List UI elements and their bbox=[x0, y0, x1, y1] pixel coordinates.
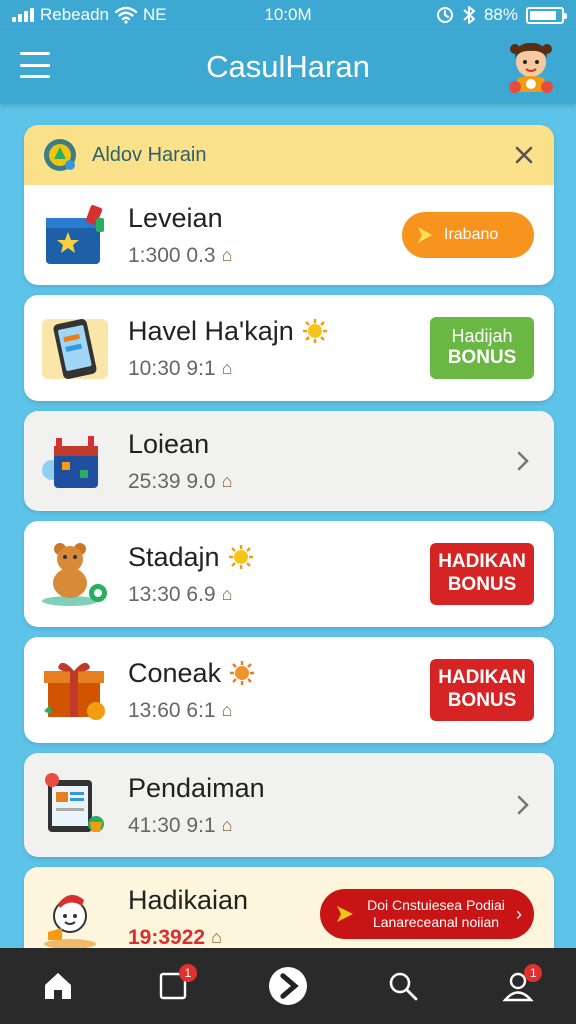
item-title: Havel Ha'kajn bbox=[128, 315, 294, 346]
item-time: 10:30 9:1 bbox=[128, 356, 216, 380]
action-button[interactable]: Irabano bbox=[402, 212, 534, 258]
status-bar: Rebeadn NE 10:0M 88% bbox=[0, 0, 576, 30]
game-logo-icon bbox=[44, 139, 76, 171]
tab-home[interactable] bbox=[30, 958, 86, 1014]
bonus-label-line2: BONUS bbox=[447, 347, 517, 369]
arrow-right-icon bbox=[418, 227, 432, 243]
mascot-icon bbox=[44, 894, 96, 949]
notification-badge: 1 bbox=[178, 964, 197, 982]
gift-box-icon bbox=[44, 662, 105, 720]
action-label: Irabano bbox=[444, 226, 499, 243]
item-text: Loiean 25:39 9.0 ⌂ bbox=[128, 429, 554, 494]
lock-icon: ⌂ bbox=[221, 584, 233, 604]
bluetooth-icon bbox=[463, 6, 475, 24]
promo-text: Doi Cnstuiesea Podiai Lanareceanal noiia… bbox=[366, 897, 506, 931]
lock-icon: ⌂ bbox=[221, 815, 233, 835]
item-title: Hadikaian bbox=[128, 884, 249, 915]
item-subtitle: 25:39 9.0 ⌂ bbox=[128, 470, 554, 494]
list-item[interactable]: Stadajn 13:30 6.9 ⌂ HADIKAN BONUS bbox=[24, 521, 554, 627]
header-card: Aldov Harain bbox=[24, 125, 554, 185]
item-title-row: Loiean bbox=[128, 429, 554, 460]
bonus-label-line2: BONUS bbox=[447, 574, 517, 595]
tab-search[interactable] bbox=[375, 958, 431, 1014]
phone-icon bbox=[42, 319, 108, 379]
item-title: Loiean bbox=[128, 428, 210, 459]
item-time: 13:30 6.9 bbox=[128, 582, 216, 606]
item-time: 1:300 0.3 bbox=[128, 243, 216, 267]
bonus-button[interactable]: HADIKAN BONUS bbox=[430, 659, 534, 721]
item-time: 25:39 9.0 bbox=[128, 469, 216, 493]
status-left: Rebeadn NE bbox=[12, 5, 167, 25]
network-label: NE bbox=[143, 5, 167, 24]
lock-icon: ⌂ bbox=[221, 245, 233, 265]
teddy-bear-icon bbox=[42, 543, 107, 606]
promo-line2: Lanareceanal noiian bbox=[372, 914, 500, 930]
arrow-right-icon bbox=[337, 906, 353, 922]
carrier-label: Rebeadn bbox=[40, 5, 110, 24]
list-item[interactable]: Pendaiman 41:30 9:1 ⌂ bbox=[24, 753, 554, 857]
lock-icon: ⌂ bbox=[221, 471, 233, 491]
bonus-label-line1: HADIKAN bbox=[438, 667, 526, 689]
lock-icon: ⌂ bbox=[221, 358, 233, 378]
tablet-icon bbox=[45, 773, 104, 832]
menu-icon[interactable] bbox=[20, 52, 50, 78]
chevron-right-icon[interactable] bbox=[512, 794, 534, 816]
chest-icon bbox=[42, 436, 98, 488]
notification-badge: 1 bbox=[524, 964, 543, 982]
bonus-label-line2: BONUS bbox=[447, 690, 517, 711]
battery-icon bbox=[526, 6, 567, 24]
promo-button[interactable]: Doi Cnstuiesea Podiai Lanareceanal noiia… bbox=[320, 889, 534, 939]
tab-profile[interactable]: 1 bbox=[490, 958, 546, 1014]
item-time: 41:30 9:1 bbox=[128, 813, 216, 837]
alarm-icon bbox=[436, 7, 453, 23]
chevron-right-icon: › bbox=[516, 903, 522, 924]
list-item[interactable]: Coneak 13:60 6:1 ⌂ HADIKAN BONUS bbox=[24, 637, 554, 743]
battery-percent: 88% bbox=[483, 5, 518, 24]
home-icon bbox=[44, 973, 71, 999]
bonus-label-line1: Hadijah bbox=[451, 325, 513, 346]
list-item[interactable]: Loiean 25:39 9.0 ⌂ bbox=[24, 411, 554, 511]
sun-badge-icon bbox=[228, 545, 253, 569]
search-icon bbox=[389, 972, 418, 1001]
app-title: CasulHaran bbox=[206, 49, 370, 84]
play-button bbox=[268, 967, 307, 1005]
folder-icon bbox=[46, 205, 104, 264]
item-time: 13:60 6:1 bbox=[128, 698, 216, 722]
sun-badge-icon bbox=[230, 661, 255, 685]
play-icon bbox=[280, 973, 299, 999]
item-title: Pendaiman bbox=[128, 772, 265, 803]
close-icon[interactable] bbox=[508, 139, 540, 171]
bonus-button[interactable]: HADIKAN BONUS bbox=[430, 543, 534, 605]
status-right: 88% bbox=[436, 5, 567, 25]
list-item[interactable]: Havel Ha'kajn 10:30 9:1 ⌂ Hadijah BONUS bbox=[24, 295, 554, 401]
item-subtitle: 41:30 9:1 ⌂ bbox=[128, 814, 554, 838]
promo-line1: Doi Cnstuiesea Podiai bbox=[367, 897, 505, 914]
battery-fill bbox=[530, 10, 557, 20]
bonus-button[interactable]: Hadijah BONUS bbox=[430, 317, 534, 379]
signal-icon bbox=[12, 8, 34, 22]
item-title: Coneak bbox=[128, 657, 222, 688]
header-title: Aldov Harain bbox=[92, 143, 207, 166]
profile-avatar[interactable] bbox=[504, 38, 558, 96]
app-bar: CasulHaran bbox=[0, 30, 576, 104]
sun-badge-icon bbox=[302, 319, 327, 343]
chevron-right-icon[interactable] bbox=[512, 450, 534, 472]
item-time: 19:3922 bbox=[128, 925, 206, 949]
item-title-row: Pendaiman bbox=[128, 773, 554, 804]
tab-play[interactable] bbox=[260, 958, 316, 1014]
tab-library[interactable]: 1 bbox=[145, 958, 201, 1014]
bottom-tab-bar: 1 1 bbox=[0, 948, 576, 1024]
lock-icon: ⌂ bbox=[211, 927, 222, 947]
item-text: Pendaiman 41:30 9:1 ⌂ bbox=[128, 773, 554, 838]
wifi-icon bbox=[115, 6, 138, 24]
item-title: Stadajn bbox=[128, 541, 220, 572]
lock-icon: ⌂ bbox=[221, 700, 233, 720]
list-item[interactable]: Leveian 1:300 0.3 ⌂ Irabano bbox=[24, 185, 554, 285]
bonus-label-line1: HADIKAN bbox=[438, 551, 526, 573]
